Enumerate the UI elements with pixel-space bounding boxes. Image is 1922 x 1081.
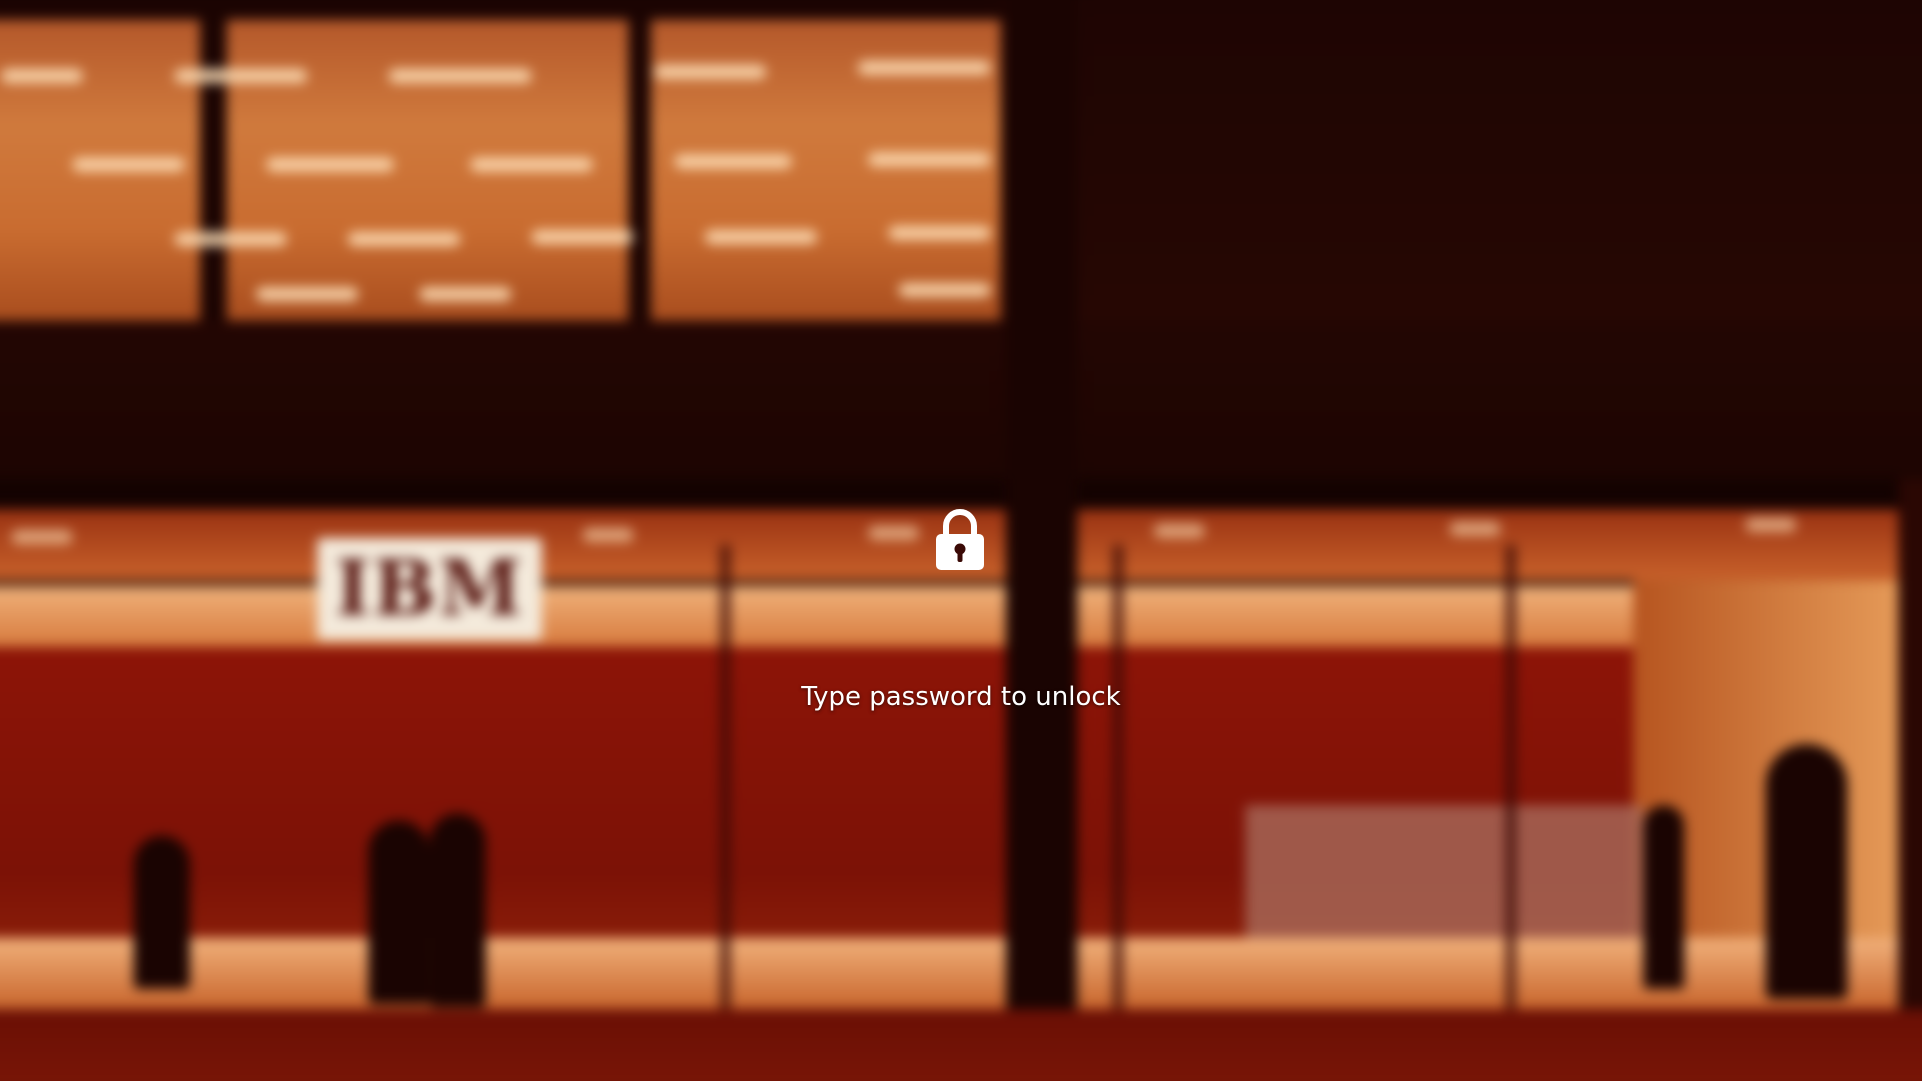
lock-overlay: Type password to unlock xyxy=(0,0,1922,1081)
unlock-prompt: Type password to unlock xyxy=(801,682,1121,712)
lock-icon xyxy=(932,508,988,572)
lock-screen[interactable]: IBM Type password to unlock xyxy=(0,0,1922,1081)
